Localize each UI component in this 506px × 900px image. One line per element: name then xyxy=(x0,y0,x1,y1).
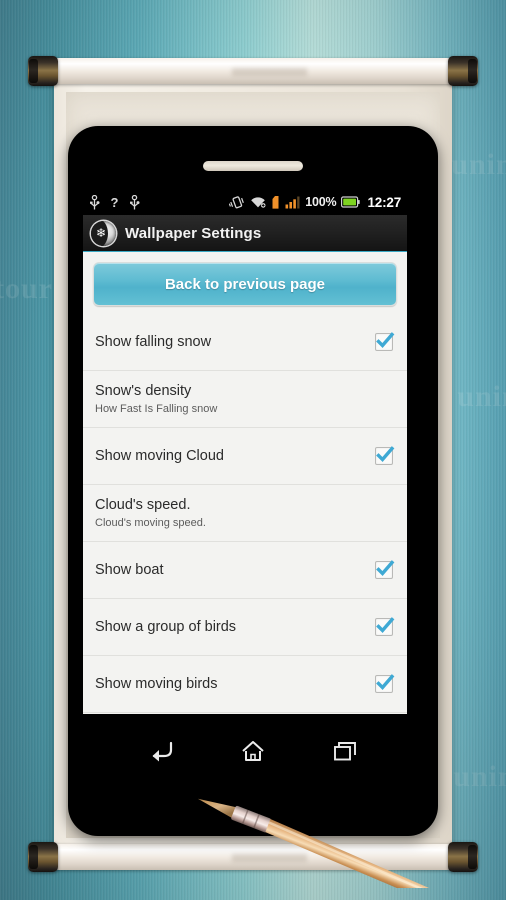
preference-text: Show falling snow xyxy=(95,333,365,351)
preference-title: Snow's density xyxy=(95,382,192,399)
preference-text: Cloud's speed. Cloud's moving speed. xyxy=(95,496,393,530)
scroll-cap-bottom-left xyxy=(28,842,58,872)
preference-text: Show moving Cloud xyxy=(95,447,365,465)
preference-title: Cloud's speed. xyxy=(95,496,191,513)
rod-smudge xyxy=(232,68,307,76)
check-glyph xyxy=(376,446,395,462)
android-navigation-bar xyxy=(68,724,438,778)
status-bar-left-icons: ? xyxy=(89,194,140,210)
signal-bars-icon xyxy=(285,196,300,208)
phone-screen: ? 100% 12:27 ❄ Wallpaper Settings Back t… xyxy=(83,189,407,714)
preference-row-show_moving_birds[interactable]: Show moving birds xyxy=(83,656,407,713)
unknown-question-icon: ? xyxy=(111,195,119,210)
checkbox-show_boat[interactable] xyxy=(375,560,395,579)
background-watermark: unim xyxy=(457,380,506,413)
preference-row-cloud_speed[interactable]: Cloud's speed. Cloud's moving speed. xyxy=(83,485,407,542)
android-status-bar: ? 100% 12:27 xyxy=(83,189,407,215)
svg-text:?: ? xyxy=(111,195,119,210)
preference-row-show_boat[interactable]: Show boat xyxy=(83,542,407,599)
back-to-previous-page-button[interactable]: Back to previous page xyxy=(93,262,397,306)
rod-smudge xyxy=(232,854,307,862)
preference-title: Show falling snow xyxy=(95,333,212,350)
background-watermark: unim xyxy=(453,760,506,793)
preference-title: Show moving birds xyxy=(95,675,218,692)
scroll-cap-top-left xyxy=(28,56,58,86)
scroll-rod-bottom xyxy=(46,844,460,870)
page-title: Wallpaper Settings xyxy=(125,224,262,242)
preference-row-show_moving_cloud[interactable]: Show moving Cloud xyxy=(83,428,407,485)
back-icon[interactable] xyxy=(147,740,173,762)
app-action-bar: ❄ Wallpaper Settings xyxy=(83,215,407,252)
wallpaper-app-icon[interactable]: ❄ xyxy=(91,220,116,246)
preference-title: Show moving Cloud xyxy=(95,447,224,464)
check-glyph xyxy=(376,617,395,633)
preference-text: Show boat xyxy=(95,561,365,579)
scroll-cap-top-right xyxy=(448,56,478,86)
preference-list: Show falling snow Snow's density How Fast … xyxy=(83,314,407,713)
recent-apps-icon[interactable] xyxy=(333,740,359,762)
back-button-label: Back to previous page xyxy=(164,275,326,293)
settings-content: Back to previous page Show falling snow S… xyxy=(83,252,407,714)
scroll-cap-bottom-right xyxy=(448,842,478,872)
vibrate-icon xyxy=(229,195,245,208)
phone-device: ? 100% 12:27 ❄ Wallpaper Settings Back t… xyxy=(68,126,438,836)
checkbox-show_group_of_birds[interactable] xyxy=(375,617,395,636)
checkbox-show_moving_birds[interactable] xyxy=(375,674,395,693)
usb-debugging-icon xyxy=(130,194,140,209)
check-glyph xyxy=(376,674,395,690)
snowflake-glyph: ❄ xyxy=(96,225,107,240)
preference-summary: How Fast Is Falling snow xyxy=(95,402,218,415)
battery-percent-label: 100% xyxy=(305,195,337,209)
battery-icon xyxy=(341,196,361,208)
preference-text: Show a group of birds xyxy=(95,618,365,636)
screenshot-stage: tour unim unim unim xyxy=(0,0,506,900)
earpiece-speaker xyxy=(203,161,303,171)
home-icon[interactable] xyxy=(240,739,266,763)
preference-text: Show moving birds xyxy=(95,675,365,693)
preference-summary: Cloud's moving speed. xyxy=(95,516,206,529)
checkbox-show_moving_cloud[interactable] xyxy=(375,446,395,465)
status-bar-right-icons: 100% 12:27 xyxy=(229,195,401,210)
sd-card-icon xyxy=(272,195,279,209)
preference-text: Snow's density How Fast Is Falling snow xyxy=(95,382,393,416)
wifi-icon xyxy=(251,196,266,208)
preference-row-show_falling_snow[interactable]: Show falling snow xyxy=(83,314,407,371)
status-bar-clock: 12:27 xyxy=(367,194,401,210)
preference-row-snow_density[interactable]: Snow's density How Fast Is Falling snow xyxy=(83,371,407,428)
preference-title: Show boat xyxy=(95,561,164,578)
checkbox-show_falling_snow[interactable] xyxy=(375,332,395,351)
check-glyph xyxy=(376,560,395,576)
preference-title: Show a group of birds xyxy=(95,618,237,635)
preference-row-show_group_of_birds[interactable]: Show a group of birds xyxy=(83,599,407,656)
usb-icon xyxy=(90,194,100,209)
scroll-rod-top xyxy=(46,58,460,84)
check-glyph xyxy=(376,332,395,348)
